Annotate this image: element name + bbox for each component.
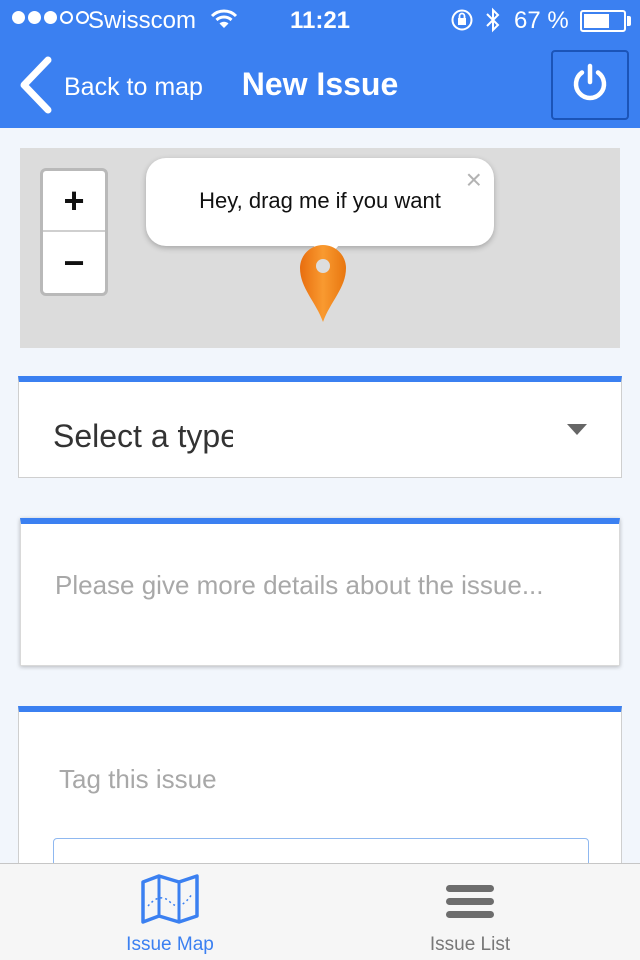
location-marker-icon[interactable] [298, 244, 348, 329]
tab-issue-map[interactable]: Issue Map [10, 864, 330, 960]
zoom-in-button[interactable]: + [43, 171, 105, 232]
battery-icon [580, 10, 626, 32]
marker-popup: Hey, drag me if you want × [146, 158, 494, 260]
back-label: Back to map [64, 72, 203, 101]
zoom-control: + − [40, 168, 108, 296]
details-placeholder: Please give more details about the issue… [55, 570, 544, 600]
location-map[interactable]: + − Hey, drag me if you want × [20, 148, 620, 348]
bluetooth-icon [484, 6, 502, 41]
battery-tip [627, 16, 631, 26]
zoom-out-button[interactable]: − [43, 232, 105, 293]
tab-bar: Issue Map Issue List [0, 863, 640, 960]
rotation-lock-icon [450, 8, 474, 39]
chevron-down-icon [567, 424, 587, 435]
power-icon [570, 63, 610, 108]
tab-label: Issue List [429, 934, 511, 955]
back-to-map-button[interactable]: Back to map [18, 56, 203, 119]
header: Swisscom 11:21 67 % Back to map New Issu… [0, 0, 640, 128]
tab-issue-list[interactable]: Issue List [310, 864, 630, 960]
map-icon [140, 874, 200, 929]
tags-label: Tag this issue [59, 764, 217, 794]
issue-details-textarea[interactable]: Please give more details about the issue… [20, 518, 620, 666]
popup-close-button[interactable]: × [466, 164, 482, 196]
status-bar: Swisscom 11:21 67 % [0, 0, 640, 40]
popup-message: Hey, drag me if you want [199, 188, 441, 213]
chevron-left-icon [18, 56, 54, 119]
battery-percent: 67 % [514, 7, 569, 34]
tab-label: Issue Map [126, 934, 214, 955]
issue-type-value: Select a type [53, 418, 233, 454]
list-icon [440, 874, 500, 929]
logout-button[interactable] [551, 50, 629, 120]
issue-type-select[interactable]: Select a type [18, 376, 622, 478]
